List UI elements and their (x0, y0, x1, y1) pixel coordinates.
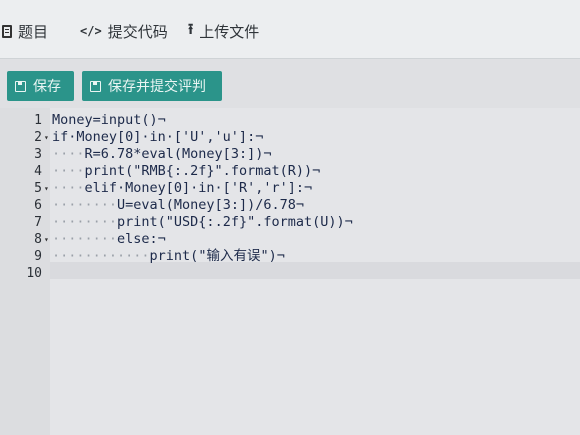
line-number: 2 (34, 130, 42, 145)
code-editor[interactable]: 1 Money=input()¬ 2 ▾ if·Money[0]·in·['U','u'… (0, 108, 580, 435)
code-line[interactable]: 7 ········print("USD{:.2f}".format(U))¬ (0, 214, 580, 231)
tab-upload-file[interactable]: ⭱ 上传文件 (188, 18, 259, 44)
fold-arrow-icon[interactable]: ▾ (44, 180, 49, 197)
code-content: print("USD{:.2f}".format(U))¬ (117, 214, 353, 230)
code-content: if·Money[0]·in·['U','u']:¬ (52, 129, 264, 145)
code-line[interactable]: 9 ············print("输入有误")¬ (0, 248, 580, 265)
code-text: if·Money[0]·in·['U','u']:¬ (52, 129, 263, 146)
indent-whitespace: ···· (52, 146, 85, 162)
code-content: print("输入有误")¬ (149, 248, 285, 264)
code-text: ········else:¬ (52, 231, 166, 248)
line-number: 3 (34, 147, 42, 162)
code-content: U=eval(Money[3:])/6.78¬ (117, 197, 304, 213)
save-and-submit-button[interactable]: 保存并提交评判 (82, 71, 222, 101)
code-line[interactable]: 3 ····R=6.78*eval(Money[3:])¬ (0, 146, 580, 163)
upload-icon: ⭱ (188, 20, 194, 38)
indent-whitespace: ············ (52, 248, 150, 264)
code-text: ····print("RMB{:.2f}".format(R))¬ (52, 163, 320, 180)
code-text: ········U=eval(Money[3:])/6.78¬ (52, 197, 304, 214)
code-content: elif·Money[0]·in·['R','r']:¬ (84, 180, 313, 196)
tab-submit-code-label: 提交代码 (107, 23, 168, 41)
save-button-label: 保存 (33, 78, 61, 94)
tab-upload-file-label: 上传文件 (199, 23, 260, 41)
save-icon (90, 80, 101, 92)
line-number: 6 (34, 198, 42, 213)
code-content: Money=input()¬ (52, 112, 166, 128)
code-line[interactable]: 5 ▾ ····elif·Money[0]·in·['R','r']:¬ (0, 180, 580, 197)
code-line[interactable]: 2 ▾ if·Money[0]·in·['U','u']:¬ (0, 129, 580, 146)
code-line[interactable]: 8 ▾ ········else:¬ (0, 231, 580, 248)
code-line[interactable]: 10 (0, 265, 580, 282)
tab-problem[interactable]: 题目 (2, 18, 48, 44)
save-button[interactable]: 保存 (7, 71, 74, 101)
line-number: 4 (34, 164, 42, 179)
indent-whitespace: ···· (52, 163, 85, 179)
code-line[interactable]: 6 ········U=eval(Money[3:])/6.78¬ (0, 197, 580, 214)
save-and-submit-button-label: 保存并提交评判 (108, 78, 206, 94)
save-icon (15, 80, 26, 92)
code-text: Money=input()¬ (52, 112, 166, 129)
indent-whitespace: ···· (52, 180, 85, 196)
code-content: R=6.78*eval(Money[3:])¬ (84, 146, 272, 162)
code-content: print("RMB{:.2f}".format(R))¬ (84, 163, 321, 179)
code-text: ············print("输入有误")¬ (52, 248, 285, 265)
indent-whitespace: ········ (52, 197, 118, 213)
document-icon (2, 24, 12, 38)
line-number: 1 (34, 113, 42, 128)
code-text: ········print("USD{:.2f}".format(U))¬ (52, 214, 353, 231)
code-text: ····elif·Money[0]·in·['R','r']:¬ (52, 180, 312, 197)
code-icon: </> (80, 24, 102, 38)
tab-submit-code[interactable]: </> 提交代码 (80, 18, 168, 44)
fold-arrow-icon[interactable]: ▾ (44, 129, 49, 146)
line-number: 7 (34, 215, 42, 230)
code-content: else:¬ (117, 231, 166, 247)
code-text: ····R=6.78*eval(Money[3:])¬ (52, 146, 271, 163)
line-number: 9 (34, 249, 42, 264)
code-line[interactable]: 1 Money=input()¬ (0, 112, 580, 129)
line-number: 10 (26, 266, 42, 281)
indent-whitespace: ········ (52, 214, 118, 230)
line-number: 5 (34, 181, 42, 196)
line-number: 8 (34, 232, 42, 247)
fold-arrow-icon[interactable]: ▾ (44, 231, 49, 248)
tab-problem-label: 题目 (18, 23, 49, 41)
indent-whitespace: ········ (52, 231, 118, 247)
tab-bar: 题目 </> 提交代码 ⭱ 上传文件 (0, 0, 580, 59)
code-line[interactable]: 4 ····print("RMB{:.2f}".format(R))¬ (0, 163, 580, 180)
